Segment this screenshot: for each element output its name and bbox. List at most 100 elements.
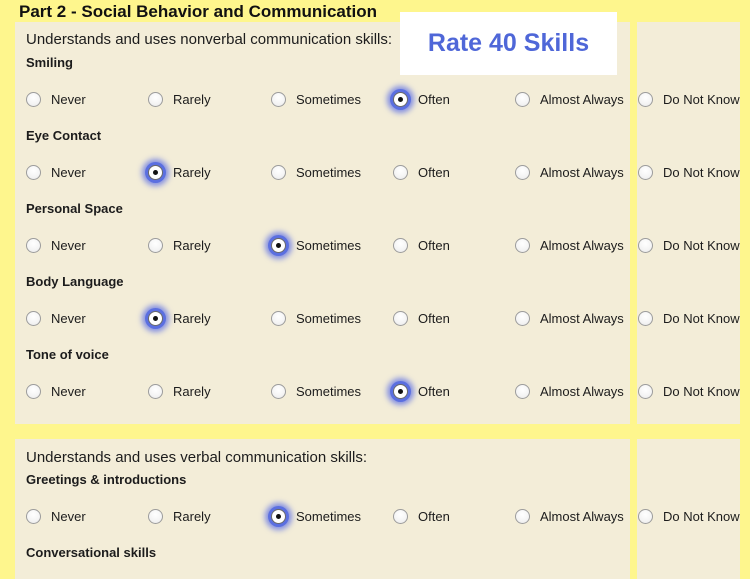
section-heading: Understands and uses verbal communicatio… [26, 449, 367, 466]
radio-option-sometimes[interactable]: Sometimes [271, 162, 361, 182]
radio-option-often[interactable]: Often [393, 89, 450, 109]
radio-unchecked-icon[interactable] [638, 91, 653, 107]
radio-unchecked-icon[interactable] [148, 237, 163, 253]
radio-unchecked-icon[interactable] [393, 310, 408, 326]
radio-option-label: Often [418, 237, 450, 253]
radio-checked-icon[interactable] [148, 310, 163, 326]
radio-option-label: Never [51, 508, 86, 524]
skill-label: Body Language [26, 274, 124, 289]
radio-option-never[interactable]: Never [26, 381, 86, 401]
radio-checked-icon[interactable] [271, 508, 286, 524]
radio-unchecked-icon[interactable] [148, 91, 163, 107]
radio-option-sometimes[interactable]: Sometimes [271, 308, 361, 328]
radio-unchecked-icon[interactable] [515, 310, 530, 326]
radio-unchecked-icon[interactable] [148, 383, 163, 399]
radio-unchecked-icon[interactable] [393, 164, 408, 180]
radio-option-do-not-know[interactable]: Do Not Know [638, 308, 740, 328]
radio-option-label: Never [51, 310, 86, 326]
radio-unchecked-icon[interactable] [271, 91, 286, 107]
radio-option-label: Almost Always [540, 508, 624, 524]
radio-option-label: Do Not Know [663, 237, 740, 253]
radio-option-never[interactable]: Never [26, 506, 86, 526]
rate-skills-banner: Rate 40 Skills [400, 12, 617, 75]
skill-label: Smiling [26, 55, 73, 70]
radio-option-label: Never [51, 237, 86, 253]
radio-unchecked-icon[interactable] [515, 91, 530, 107]
radio-option-sometimes[interactable]: Sometimes [271, 89, 361, 109]
radio-option-often[interactable]: Often [393, 308, 450, 328]
radio-option-do-not-know[interactable]: Do Not Know [638, 89, 740, 109]
do-not-know-column [637, 22, 740, 424]
radio-unchecked-icon[interactable] [26, 310, 41, 326]
radio-option-never[interactable]: Never [26, 89, 86, 109]
radio-unchecked-icon[interactable] [638, 310, 653, 326]
skill-label: Greetings & introductions [26, 472, 187, 487]
radio-option-often[interactable]: Often [393, 381, 450, 401]
radio-unchecked-icon[interactable] [515, 508, 530, 524]
radio-unchecked-icon[interactable] [515, 383, 530, 399]
radio-option-label: Sometimes [296, 310, 362, 326]
radio-option-rarely[interactable]: Rarely [148, 308, 211, 328]
radio-option-sometimes[interactable]: Sometimes [271, 381, 361, 401]
radio-option-almost-always[interactable]: Almost Always [515, 381, 624, 401]
radio-option-do-not-know[interactable]: Do Not Know [638, 381, 740, 401]
radio-option-never[interactable]: Never [26, 308, 86, 328]
radio-unchecked-icon[interactable] [26, 91, 41, 107]
radio-option-almost-always[interactable]: Almost Always [515, 235, 624, 255]
radio-option-almost-always[interactable]: Almost Always [515, 506, 624, 526]
nonverbal-section-panel [15, 22, 630, 424]
radio-option-label: Often [418, 164, 450, 180]
radio-unchecked-icon[interactable] [638, 237, 653, 253]
radio-unchecked-icon[interactable] [638, 164, 653, 180]
radio-option-sometimes[interactable]: Sometimes [271, 235, 361, 255]
radio-unchecked-icon[interactable] [271, 310, 286, 326]
radio-unchecked-icon[interactable] [26, 164, 41, 180]
radio-option-often[interactable]: Often [393, 506, 450, 526]
radio-unchecked-icon[interactable] [26, 383, 41, 399]
radio-option-do-not-know[interactable]: Do Not Know [638, 235, 740, 255]
radio-option-rarely[interactable]: Rarely [148, 162, 211, 182]
skill-label: Eye Contact [26, 128, 102, 143]
radio-unchecked-icon[interactable] [638, 383, 653, 399]
radio-option-label: Rarely [173, 310, 211, 326]
page-title: Part 2 - Social Behavior and Communicati… [19, 2, 378, 21]
radio-option-often[interactable]: Often [393, 162, 450, 182]
radio-option-rarely[interactable]: Rarely [148, 235, 211, 255]
radio-option-label: Almost Always [540, 383, 624, 399]
radio-option-label: Never [51, 383, 86, 399]
radio-unchecked-icon[interactable] [148, 508, 163, 524]
radio-checked-icon[interactable] [271, 237, 286, 253]
radio-unchecked-icon[interactable] [515, 164, 530, 180]
radio-option-almost-always[interactable]: Almost Always [515, 308, 624, 328]
radio-option-almost-always[interactable]: Almost Always [515, 162, 624, 182]
radio-option-never[interactable]: Never [26, 235, 86, 255]
radio-option-sometimes[interactable]: Sometimes [271, 506, 361, 526]
radio-option-do-not-know[interactable]: Do Not Know [638, 506, 740, 526]
radio-checked-icon[interactable] [148, 164, 163, 180]
radio-unchecked-icon[interactable] [26, 237, 41, 253]
radio-option-do-not-know[interactable]: Do Not Know [638, 162, 740, 182]
radio-option-rarely[interactable]: Rarely [148, 506, 211, 526]
radio-option-label: Do Not Know [663, 91, 740, 107]
radio-option-almost-always[interactable]: Almost Always [515, 89, 624, 109]
radio-option-label: Sometimes [296, 237, 362, 253]
radio-option-label: Rarely [173, 237, 211, 253]
radio-option-label: Rarely [173, 383, 211, 399]
radio-checked-icon[interactable] [393, 91, 408, 107]
radio-option-label: Never [51, 91, 86, 107]
radio-unchecked-icon[interactable] [271, 164, 286, 180]
radio-option-often[interactable]: Often [393, 235, 450, 255]
radio-option-label: Almost Always [540, 91, 624, 107]
radio-option-rarely[interactable]: Rarely [148, 89, 211, 109]
radio-option-never[interactable]: Never [26, 162, 86, 182]
radio-unchecked-icon[interactable] [393, 237, 408, 253]
radio-unchecked-icon[interactable] [393, 508, 408, 524]
radio-option-rarely[interactable]: Rarely [148, 381, 211, 401]
radio-unchecked-icon[interactable] [26, 508, 41, 524]
radio-unchecked-icon[interactable] [515, 237, 530, 253]
radio-checked-icon[interactable] [393, 383, 408, 399]
radio-unchecked-icon[interactable] [638, 508, 653, 524]
section-heading: Understands and uses nonverbal communica… [26, 31, 393, 48]
radio-option-label: Often [418, 508, 450, 524]
radio-unchecked-icon[interactable] [271, 383, 286, 399]
